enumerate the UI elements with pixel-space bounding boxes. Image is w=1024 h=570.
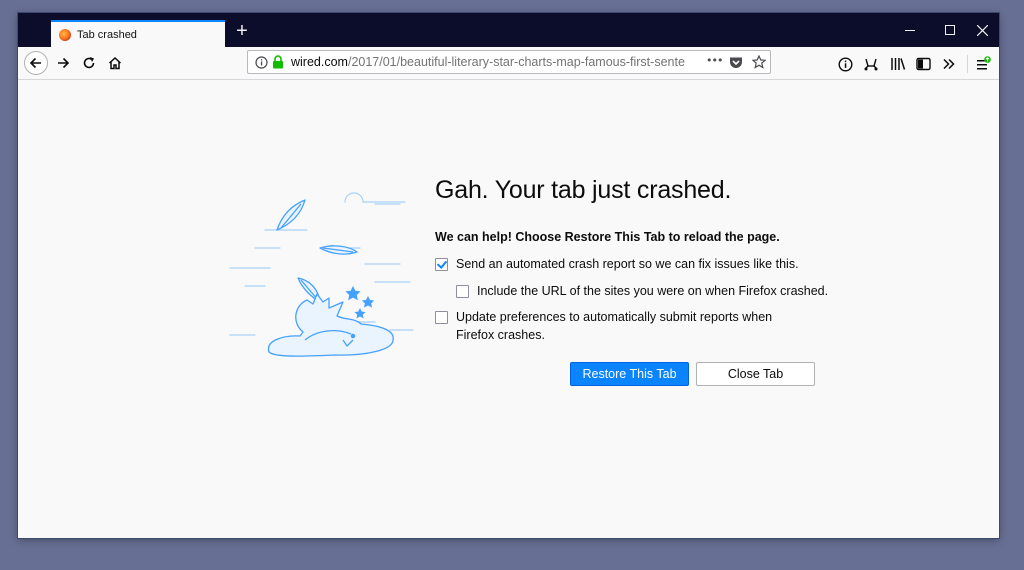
tab-strip: Tab crashed + — [18, 13, 999, 47]
page-title: Gah. Your tab just crashed. — [435, 176, 732, 204]
firefox-favicon-icon — [59, 28, 71, 41]
url-host: wired.com — [291, 55, 348, 69]
close-tab-button[interactable]: Close Tab — [696, 362, 815, 386]
bookmark-star-icon[interactable] — [752, 55, 766, 69]
info-icon[interactable] — [254, 55, 268, 69]
minimize-icon — [905, 30, 915, 31]
toolbar-separator — [967, 55, 968, 73]
library-icon[interactable] — [889, 55, 907, 73]
browser-window: Tab crashed + wired.com/2017/01/beautifu… — [18, 13, 999, 538]
reload-button[interactable] — [77, 51, 101, 75]
screenshot-icon[interactable] — [862, 55, 880, 73]
close-window-button[interactable] — [966, 13, 998, 47]
home-button[interactable] — [103, 51, 127, 75]
maximize-icon — [945, 25, 955, 35]
minimize-button[interactable] — [894, 13, 926, 47]
overflow-chevrons-icon[interactable] — [940, 55, 958, 73]
lock-icon[interactable] — [271, 55, 285, 69]
auto-submit-label-line1: Update preferences to automatically subm… — [456, 310, 773, 324]
close-icon — [976, 24, 988, 36]
auto-submit-option[interactable]: Update preferences to automatically subm… — [435, 308, 772, 344]
send-report-label[interactable]: Send an automated crash report so we can… — [456, 255, 799, 273]
menu-button[interactable] — [974, 55, 992, 73]
new-tab-button[interactable]: + — [232, 20, 252, 42]
auto-submit-label[interactable]: Update preferences to automatically subm… — [456, 308, 772, 344]
reload-icon — [83, 57, 95, 69]
forward-icon — [58, 57, 70, 69]
nav-bar: wired.com/2017/01/beautiful-literary-sta… — [18, 47, 999, 80]
tab-title: Tab crashed — [77, 28, 137, 41]
send-report-option[interactable]: Send an automated crash report so we can… — [435, 255, 799, 273]
url-path: /2017/01/beautiful-literary-star-charts-… — [347, 55, 685, 69]
auto-submit-checkbox[interactable] — [435, 311, 448, 324]
tracking-info-icon[interactable] — [836, 55, 854, 73]
home-icon — [108, 56, 122, 70]
auto-submit-label-line2: Firefox crashes. — [456, 328, 545, 342]
url-bar[interactable]: wired.com/2017/01/beautiful-literary-sta… — [247, 50, 771, 74]
page-actions-button[interactable]: ••• — [706, 54, 723, 67]
sidebar-icon[interactable] — [914, 55, 932, 73]
help-text: We can help! Choose Restore This Tab to … — [435, 230, 780, 244]
send-report-checkbox[interactable] — [435, 258, 448, 271]
pocket-icon[interactable] — [729, 55, 743, 69]
maximize-button[interactable] — [934, 13, 966, 47]
tab-crashed[interactable]: Tab crashed — [51, 20, 225, 47]
include-url-option[interactable]: Include the URL of the sites you were on… — [456, 282, 828, 300]
menu-hamburger-icon — [977, 56, 991, 70]
back-icon — [29, 57, 41, 69]
forward-button[interactable] — [51, 51, 75, 75]
include-url-checkbox[interactable] — [456, 285, 469, 298]
crashed-dino-illustration — [229, 192, 414, 357]
restore-tab-button[interactable]: Restore This Tab — [570, 362, 689, 386]
include-url-label[interactable]: Include the URL of the sites you were on… — [477, 282, 828, 300]
back-button[interactable] — [24, 51, 48, 75]
crash-page: Gah. Your tab just crashed. We can help!… — [18, 80, 999, 538]
url-text[interactable]: wired.com/2017/01/beautiful-literary-sta… — [291, 55, 686, 69]
